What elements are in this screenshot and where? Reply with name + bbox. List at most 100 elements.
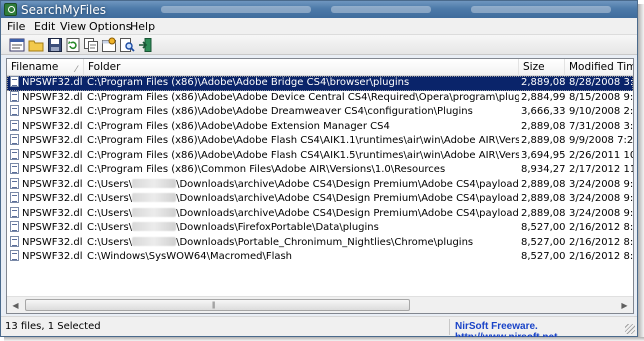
- sort-icon: ⁄: [75, 65, 77, 75]
- row-modified: 2/16/2012 8:05:5...: [569, 222, 633, 233]
- copy-icon[interactable]: [83, 37, 99, 53]
- row-filename: NPSWF32.dll: [22, 149, 83, 161]
- row-size: 2,889,088: [521, 193, 565, 204]
- title-bar[interactable]: SearchMyFiles: [1, 1, 637, 18]
- row-folder: C:\Program Files (x86)\Adobe\Adobe Bridg…: [87, 77, 410, 88]
- folder-prefix: C:\Users\: [87, 207, 133, 219]
- menu-edit[interactable]: Edit: [34, 20, 55, 33]
- menu-file[interactable]: File: [7, 20, 25, 33]
- row-folder: C:\Users\ \Downloads\archive\Adobe CS4\De…: [84, 192, 519, 207]
- menu-help[interactable]: Help: [130, 20, 155, 33]
- dll-file-icon: [10, 177, 19, 189]
- row-size: 2,884,992: [521, 91, 565, 103]
- column-modified-time[interactable]: Modified Time: [565, 59, 633, 76]
- search-options-icon[interactable]: [9, 37, 25, 53]
- table-row[interactable]: NPSWF32.dll C:\Program Files (x86)\Adobe…: [7, 148, 633, 164]
- row-size: 3,694,952: [521, 149, 565, 161]
- window-shadow: [638, 4, 644, 341]
- open-icon[interactable]: [28, 37, 44, 53]
- find-icon[interactable]: [119, 37, 135, 53]
- menu-view[interactable]: View: [60, 20, 86, 33]
- save-icon[interactable]: [47, 37, 63, 53]
- row-filename: NPSWF32.dll: [22, 178, 83, 190]
- refresh-icon[interactable]: [65, 37, 81, 53]
- row-folder: C:\Users\ \Downloads\archive\Adobe CS4\De…: [84, 207, 519, 222]
- row-folder: C:\Program Files (x86)\Adobe\Adobe Flash…: [87, 149, 519, 161]
- row-size: 2,889,088: [521, 178, 565, 190]
- table-row[interactable]: NPSWF32.dll C:\Program Files (x86)\Adobe…: [7, 90, 633, 106]
- table-row[interactable]: NPSWF32.dll C:\Users\ \Downloads\Portable…: [7, 235, 633, 251]
- row-folder: C:\Program Files (x86)\Adobe\Adobe Devic…: [87, 91, 519, 103]
- row-size: 2,889,088: [521, 135, 565, 146]
- row-size: 2,889,088: [521, 207, 565, 219]
- row-modified: 9/9/2008 7:27:32...: [569, 135, 633, 146]
- row-size: 8,934,272: [521, 164, 565, 175]
- folder-suffix: \Downloads\FirefoxPortable\Data\plugins: [176, 222, 379, 233]
- scroll-right-icon[interactable]: ▶: [616, 297, 633, 313]
- row-filename: NPSWF32.dll: [22, 77, 83, 88]
- row-modified: 3/24/2008 9:21:2...: [569, 193, 633, 204]
- dll-file-icon: [10, 90, 19, 102]
- folder-prefix: C:\Users\: [87, 236, 133, 248]
- table-row[interactable]: NPSWF32.dll C:\Program Files (x86)\Adobe…: [7, 76, 633, 91]
- horizontal-scrollbar[interactable]: ◀ ||| ▶: [7, 296, 633, 313]
- scroll-left-icon[interactable]: ◀: [7, 297, 24, 313]
- row-modified: 8/28/2008 3:45:2...: [569, 77, 633, 88]
- row-filename: NPSWF32.dll: [22, 193, 83, 204]
- row-modified: 7/31/2008 3:45:2...: [569, 120, 633, 132]
- row-filename: NPSWF32.dll: [22, 251, 83, 262]
- table-row[interactable]: NPSWF32.dll C:\Program Files (x86)\Adobe…: [7, 105, 633, 120]
- dll-file-icon: [10, 250, 19, 261]
- column-folder[interactable]: Folder: [84, 59, 519, 76]
- table-row[interactable]: NPSWF32.dll C:\Windows\SysWOW64\Macromed…: [7, 250, 633, 265]
- scroll-thumb[interactable]: |||: [25, 299, 410, 311]
- exit-icon[interactable]: [137, 37, 153, 53]
- table-row[interactable]: NPSWF32.dll C:\Users\ \Downloads\archive\…: [7, 192, 633, 207]
- dll-file-icon: [10, 76, 19, 87]
- folder-prefix: C:\Users\: [87, 193, 133, 204]
- column-size[interactable]: Size: [519, 59, 565, 76]
- table-row[interactable]: NPSWF32.dll C:\Users\ \Downloads\archive\…: [7, 177, 633, 193]
- row-modified: 2/16/2012 8:05:5...: [569, 236, 633, 248]
- table-row[interactable]: NPSWF32.dll C:\Program Files (x86)\Commo…: [7, 163, 633, 178]
- menu-options[interactable]: Options: [89, 20, 131, 33]
- dll-file-icon: [10, 163, 19, 174]
- row-size: 8,527,008: [521, 251, 565, 262]
- column-filename[interactable]: Filename ⁄: [7, 59, 84, 76]
- redacted-username: [132, 236, 177, 246]
- table-row[interactable]: NPSWF32.dll C:\Program Files (x86)\Adobe…: [7, 119, 633, 135]
- dll-file-icon: [10, 206, 19, 218]
- table-row[interactable]: NPSWF32.dll C:\Users\ \Downloads\FirefoxP…: [7, 221, 633, 236]
- dll-file-icon: [10, 235, 19, 247]
- resize-grip-icon[interactable]: [625, 324, 635, 334]
- folder-suffix: \Downloads\archive\Adobe CS4\Design Prem…: [176, 193, 519, 204]
- row-size: 3,666,336: [521, 106, 565, 117]
- folder-suffix: \Downloads\Portable_Chronimum_Nightlies\…: [176, 236, 474, 248]
- row-modified: 9/10/2008 2:44:5...: [569, 106, 633, 117]
- table-row[interactable]: NPSWF32.dll C:\Program Files (x86)\Adobe…: [7, 134, 633, 149]
- list-header: Filename ⁄ Folder Size Modified Time: [7, 59, 633, 76]
- row-size: 8,527,008: [521, 222, 565, 233]
- row-filename: NPSWF32.dll: [22, 91, 83, 103]
- row-size: 2,889,088: [521, 120, 565, 132]
- app-window: SearchMyFiles File Edit View Options Hel…: [0, 0, 638, 341]
- folder-prefix: C:\Users\: [87, 178, 133, 190]
- folder-prefix: C:\Users\: [87, 222, 133, 233]
- table-row[interactable]: NPSWF32.dll C:\Users\ \Downloads\archive\…: [7, 206, 633, 222]
- column-size-label: Size: [523, 61, 545, 73]
- row-modified: 2/26/2011 10:18:...: [569, 149, 633, 161]
- row-modified: 3/24/2008 9:21:2...: [569, 178, 633, 190]
- properties-icon[interactable]: [101, 37, 117, 53]
- row-filename: NPSWF32.dll: [22, 120, 83, 132]
- blurred-region: [331, 6, 431, 13]
- column-modified-label: Modified Time: [569, 61, 633, 73]
- row-folder: C:\Program Files (x86)\Adobe\Adobe Exten…: [87, 120, 390, 132]
- column-folder-label: Folder: [88, 61, 121, 73]
- results-list[interactable]: Filename ⁄ Folder Size Modified Time NPS…: [6, 58, 634, 314]
- row-folder: C:\Program Files (x86)\Adobe\Adobe Dream…: [87, 106, 473, 117]
- grip-icon: |||: [212, 302, 216, 309]
- row-modified: 2/16/2012 8:05:5...: [569, 251, 633, 262]
- folder-suffix: \Downloads\archive\Adobe CS4\Design Prem…: [176, 207, 519, 219]
- row-folder: C:\Users\ \Downloads\archive\Adobe CS4\De…: [84, 178, 519, 193]
- redacted-username: [132, 193, 177, 202]
